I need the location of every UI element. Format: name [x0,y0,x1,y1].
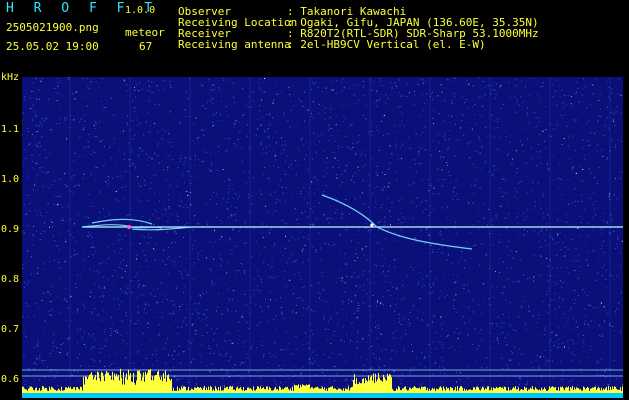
noise-field [22,77,623,390]
spectrogram-plot [22,77,623,398]
spectrogram-canvas [22,77,623,398]
y-tick-0.9: 0.9 [1,224,20,235]
mode-label: meteor [125,26,165,39]
app-version: 1.0.0 [125,5,156,16]
time-gridlines [69,77,611,389]
meteor-count: 67 [139,40,153,53]
observation-datetime: 25.05.02 19:00 [6,40,99,53]
signal-baseline [22,393,623,398]
meteor-echoes [81,194,473,250]
image-filename: 2505021900.png [6,21,99,34]
y-tick-0.8: 0.8 [1,274,20,285]
y-axis-unit: kHz [1,72,20,83]
antenna-value: : 2el-HB9CV Vertical (el. E-W) [287,38,486,51]
y-tick-0.7: 0.7 [1,324,20,335]
antenna-label: Receiving antenna [178,38,291,51]
y-tick-1.0: 1.0 [1,174,20,185]
y-tick-1.1: 1.1 [1,124,20,135]
y-tick-0.6: 0.6 [1,374,20,385]
